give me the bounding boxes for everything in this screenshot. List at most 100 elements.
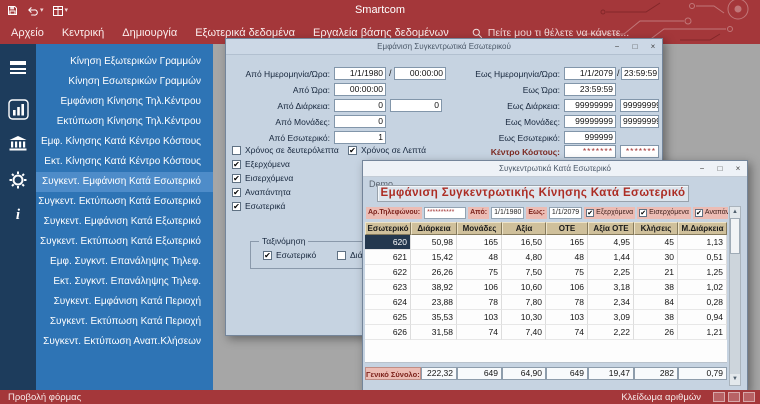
table-cell[interactable]: 15,42 bbox=[411, 250, 457, 265]
from-units-field[interactable]: 0 bbox=[334, 115, 386, 128]
close-button[interactable]: × bbox=[644, 39, 662, 54]
table-cell[interactable]: 621 bbox=[365, 250, 411, 265]
table-cell[interactable]: 78 bbox=[457, 295, 502, 310]
to-units-field-1[interactable]: 99999999 bbox=[564, 115, 616, 128]
datasheet-view-icon[interactable] bbox=[728, 392, 740, 402]
table-cell[interactable]: 2,25 bbox=[588, 265, 634, 280]
tab-file[interactable]: Αρχείο bbox=[2, 22, 53, 44]
table-cell[interactable]: 165 bbox=[457, 235, 502, 250]
from-extension-field[interactable]: 1 bbox=[334, 131, 386, 144]
table-cell[interactable]: 74 bbox=[457, 325, 502, 340]
design-view-icon[interactable] bbox=[743, 392, 755, 402]
table-cell[interactable]: 4,95 bbox=[588, 235, 634, 250]
chart-button[interactable] bbox=[8, 99, 29, 120]
table-cell[interactable]: 4,80 bbox=[502, 250, 546, 265]
table-cell[interactable]: 10,60 bbox=[502, 280, 546, 295]
table-cell[interactable]: 23,88 bbox=[411, 295, 457, 310]
table-cell[interactable]: 75 bbox=[546, 265, 588, 280]
table-cell[interactable]: 0,94 bbox=[678, 310, 727, 325]
to-time-field[interactable]: 23:59:59 bbox=[564, 83, 616, 96]
table-cell[interactable]: 2,34 bbox=[588, 295, 634, 310]
table-cell-selected[interactable]: 620 bbox=[365, 235, 411, 250]
sort-checkbox-extension[interactable]: ✔ Εσωτερικό bbox=[263, 250, 316, 260]
table-cell[interactable]: 7,80 bbox=[502, 295, 546, 310]
table-cell[interactable]: 75 bbox=[457, 265, 502, 280]
from-datetime-time-field[interactable]: 00:00:00 bbox=[394, 67, 446, 80]
table-cell[interactable]: 26 bbox=[634, 325, 678, 340]
sidebar-item[interactable]: Εμφ. Κίνησης Κατά Κέντρο Κόστους bbox=[36, 132, 213, 152]
from-time-field[interactable]: 00:00:00 bbox=[334, 83, 386, 96]
table-cell[interactable]: 0,51 bbox=[678, 250, 727, 265]
to-duration-field-2[interactable]: 99999999 bbox=[620, 99, 659, 112]
table-cell[interactable]: 624 bbox=[365, 295, 411, 310]
sidebar-item[interactable]: Συγκεντ. Εκτύπωση Κατά Εξωτερικό bbox=[36, 232, 213, 252]
table-cell[interactable]: 103 bbox=[457, 310, 502, 325]
scrollbar-thumb[interactable] bbox=[730, 218, 740, 254]
to-date-field[interactable]: 1/1/2079 bbox=[564, 67, 616, 80]
table-cell[interactable]: 7,50 bbox=[502, 265, 546, 280]
minimize-button[interactable]: − bbox=[693, 161, 711, 176]
sidebar-item[interactable]: Συγκεντ. Εμφάνιση Κατά Περιοχή bbox=[36, 292, 213, 312]
scroll-down-icon[interactable]: ▼ bbox=[730, 374, 740, 385]
table-cell[interactable]: 30 bbox=[634, 250, 678, 265]
table-cell[interactable]: 26,26 bbox=[411, 265, 457, 280]
table-cell[interactable]: 622 bbox=[365, 265, 411, 280]
filter-checkbox-incoming[interactable]: ✔ Εισερχόμενα bbox=[637, 207, 691, 219]
minimize-button[interactable]: − bbox=[608, 39, 626, 54]
checkbox-time-seconds[interactable]: Χρόνος σε δευτερόλεπτα bbox=[232, 145, 339, 155]
sidebar-item[interactable]: Κίνηση Εσωτερικών Γραμμών bbox=[36, 72, 213, 92]
info-button[interactable]: i bbox=[16, 207, 20, 224]
filter-checkbox-outgoing[interactable]: ✔ Εξερχόμενα bbox=[584, 207, 635, 219]
checkbox-outgoing[interactable]: ✔ Εξερχόμενα bbox=[232, 159, 290, 169]
filter-checkbox-unanswered[interactable]: ✔ Αναπάντητα bbox=[693, 207, 728, 219]
checkbox-incoming[interactable]: ✔ Εισερχόμενα bbox=[232, 173, 293, 183]
table-cell[interactable]: 1,13 bbox=[678, 235, 727, 250]
from-duration-field-2[interactable]: 0 bbox=[390, 99, 442, 112]
table-cell[interactable]: 1,21 bbox=[678, 325, 727, 340]
close-button[interactable]: × bbox=[729, 161, 747, 176]
table-cell[interactable]: 3,18 bbox=[588, 280, 634, 295]
building-button[interactable] bbox=[9, 136, 27, 151]
table-cell[interactable]: 106 bbox=[457, 280, 502, 295]
from-duration-field-1[interactable]: 0 bbox=[334, 99, 386, 112]
maximize-button[interactable]: □ bbox=[626, 39, 644, 54]
table-cell[interactable]: 31,58 bbox=[411, 325, 457, 340]
to-units-field-2[interactable]: 99999999 bbox=[620, 115, 659, 128]
table-cell[interactable]: 0,28 bbox=[678, 295, 727, 310]
table-cell[interactable]: 106 bbox=[546, 280, 588, 295]
scroll-up-icon[interactable]: ▲ bbox=[730, 207, 740, 218]
form-view-icon[interactable] bbox=[713, 392, 725, 402]
table-cell[interactable]: 626 bbox=[365, 325, 411, 340]
table-cell[interactable]: 165 bbox=[546, 235, 588, 250]
undo-button[interactable]: ▾ bbox=[27, 6, 44, 16]
phone-number-field[interactable]: ********** bbox=[424, 207, 466, 219]
sidebar-item[interactable]: Συγκεντ. Εμφάνιση Κατά Εξωτερικό bbox=[36, 212, 213, 232]
table-cell[interactable]: 74 bbox=[546, 325, 588, 340]
table-cell[interactable]: 16,50 bbox=[502, 235, 546, 250]
checkbox-unanswered[interactable]: ✔ Αναπάντητα bbox=[232, 187, 291, 197]
cost-center-field-1[interactable]: ******* bbox=[564, 145, 616, 158]
table-cell[interactable]: 48 bbox=[457, 250, 502, 265]
table-cell[interactable]: 38,92 bbox=[411, 280, 457, 295]
table-cell[interactable]: 623 bbox=[365, 280, 411, 295]
datasheet-button[interactable]: ▾ bbox=[53, 6, 69, 16]
table-cell[interactable]: 48 bbox=[546, 250, 588, 265]
date-from-value[interactable]: 1/1/1980 bbox=[491, 207, 524, 219]
table-cell[interactable]: 78 bbox=[546, 295, 588, 310]
vertical-scrollbar[interactable]: ▲ ▼ bbox=[729, 206, 741, 386]
menu-button[interactable] bbox=[10, 58, 26, 65]
table-cell[interactable]: 1,25 bbox=[678, 265, 727, 280]
table-cell[interactable]: 625 bbox=[365, 310, 411, 325]
maximize-button[interactable]: □ bbox=[711, 161, 729, 176]
tab-home[interactable]: Κεντρική bbox=[53, 22, 113, 44]
sidebar-item[interactable]: Συγκεντ. Εκτύπωση Κατά Εσωτερικό bbox=[36, 192, 213, 212]
date-to-value[interactable]: 1/1/2079 bbox=[549, 207, 582, 219]
checkbox-time-minutes[interactable]: ✔ Χρόνος σε Λεπτά bbox=[348, 145, 426, 155]
sidebar-item[interactable]: Εμφάνιση Κίνησης Τηλ.Κέντρου bbox=[36, 92, 213, 112]
checkbox-internal[interactable]: ✔ Εσωτερικά bbox=[232, 201, 285, 211]
settings-button[interactable] bbox=[9, 171, 27, 189]
to-extension-field[interactable]: 999999 bbox=[564, 131, 616, 144]
table-cell[interactable]: 1,44 bbox=[588, 250, 634, 265]
table-cell[interactable]: 45 bbox=[634, 235, 678, 250]
sidebar-item-selected[interactable]: Συγκεντ. Εμφάνιση Κατά Εσωτερικό bbox=[36, 172, 213, 192]
